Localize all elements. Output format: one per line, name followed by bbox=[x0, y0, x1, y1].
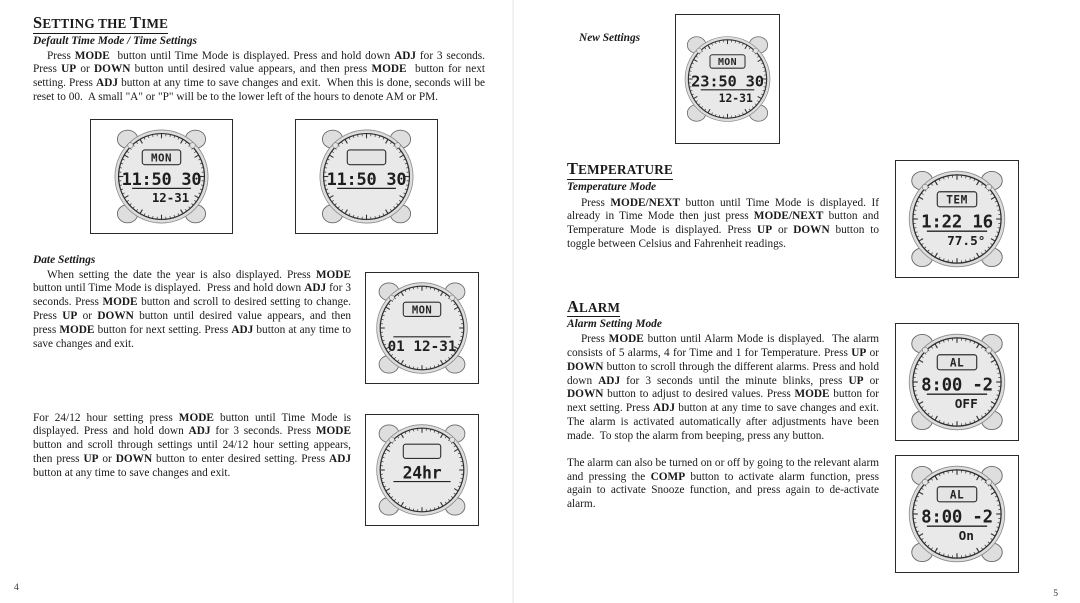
svg-text:OFF: OFF bbox=[955, 397, 978, 412]
heading-text-setting-the: ETTING THE bbox=[42, 16, 131, 31]
svg-text:1:22 16: 1:22 16 bbox=[921, 212, 993, 232]
paragraph-24-12-hour: For 24/12 hour setting press MODE button… bbox=[33, 411, 352, 479]
svg-text:24hr: 24hr bbox=[403, 463, 442, 482]
figure-watch-time-blank: 11:50 30 bbox=[295, 118, 438, 234]
watch-display-time-mode: MON 11:50 30 12-31 bbox=[91, 120, 232, 233]
label-new-settings: New Settings bbox=[579, 32, 641, 44]
figure-watch-alarm-off: AL 8:00 -2 OFF bbox=[895, 323, 1019, 442]
section-setting-the-time: SETTING THE TIME Default Time Mode / Tim… bbox=[33, 13, 486, 105]
watch-display-alarm-on: AL 8:00 -2 On bbox=[896, 456, 1018, 572]
paragraph-alarm-toggle: The alarm can also be turned on or off b… bbox=[567, 456, 879, 511]
svg-text:MON: MON bbox=[412, 304, 432, 316]
figure-row-time-mode: MON 11:50 30 12-31 11:50 30 bbox=[33, 118, 485, 234]
svg-text:01 12-31: 01 12-31 bbox=[388, 339, 457, 355]
svg-text:77.5°: 77.5° bbox=[947, 234, 985, 249]
paragraph-temperature-mode: Press MODE/NEXT button until Time Mode i… bbox=[567, 196, 880, 251]
section-date-settings: Date Settings When setting the date the … bbox=[33, 254, 485, 384]
heading-dropcap-t: T bbox=[130, 13, 142, 32]
section-new-settings: New Settings MON 23:50 30 12-31 bbox=[567, 14, 1050, 144]
figure-watch-date-mode: MON 01 12-31 bbox=[365, 271, 479, 384]
svg-text:AL: AL bbox=[950, 357, 964, 370]
page-number-right: 5 bbox=[1053, 589, 1058, 599]
section-alarm: ALARM Alarm Setting Mode Press MODE butt… bbox=[567, 296, 1050, 574]
page-left: SETTING THE TIME Default Time Mode / Tim… bbox=[0, 0, 513, 603]
section-24-12-hour: For 24/12 hour setting press MODE button… bbox=[33, 412, 485, 526]
svg-text:MON: MON bbox=[718, 57, 737, 68]
svg-text:AL: AL bbox=[950, 489, 964, 502]
heading-text-alarm: LARM bbox=[579, 299, 621, 315]
paragraph-date-settings: When setting the date the year is also d… bbox=[33, 268, 351, 350]
svg-text:23:50 30: 23:50 30 bbox=[691, 73, 764, 91]
heading-temperature: TEMPERATURE bbox=[567, 159, 673, 180]
svg-text:11:50 30: 11:50 30 bbox=[122, 169, 202, 189]
section-temperature: TEMPERATURE Temperature Mode Press MODE/… bbox=[567, 159, 1050, 278]
watch-display-24hr: 24hr bbox=[366, 415, 478, 525]
heading-dropcap-s: S bbox=[33, 13, 43, 32]
watch-display-alarm-off: AL 8:00 -2 OFF bbox=[896, 324, 1018, 440]
watch-display-time-blank: 11:50 30 bbox=[296, 120, 437, 233]
subheading-default-time-mode: Default Time Mode / Time Settings bbox=[33, 34, 197, 47]
svg-text:8:00 -2: 8:00 -2 bbox=[921, 508, 993, 528]
figure-watch-temperature: TEM 1:22 16 77.5° bbox=[895, 159, 1019, 278]
figure-watch-alarm-on: AL 8:00 -2 On bbox=[895, 455, 1019, 574]
svg-text:8:00 -2: 8:00 -2 bbox=[921, 376, 993, 396]
page-right: New Settings MON 23:50 30 12-31 TEMPERATU… bbox=[513, 0, 1080, 603]
svg-text:On: On bbox=[959, 529, 974, 544]
heading-alarm: ALARM bbox=[567, 296, 621, 318]
svg-text:MON: MON bbox=[151, 151, 172, 164]
figure-watch-24hr: 24hr bbox=[365, 413, 479, 526]
heading-dropcap-alarm: A bbox=[567, 296, 580, 316]
figure-watch-time-mode: MON 11:50 30 12-31 bbox=[90, 118, 233, 234]
subheading-date-settings: Date Settings bbox=[33, 253, 96, 266]
paragraph-alarm-setting: Press MODE button until Alarm Mode is di… bbox=[567, 333, 879, 442]
heading-text-temperature: EMPERATURE bbox=[578, 162, 673, 177]
svg-text:12-31: 12-31 bbox=[719, 91, 753, 105]
svg-text:12-31: 12-31 bbox=[152, 190, 189, 205]
manual-page-spread: SETTING THE TIME Default Time Mode / Tim… bbox=[0, 0, 1080, 603]
watch-display-temperature: TEM 1:22 16 77.5° bbox=[896, 161, 1018, 277]
svg-text:TEM: TEM bbox=[946, 193, 968, 206]
page-number-left: 4 bbox=[14, 583, 19, 593]
heading-dropcap-temperature: T bbox=[567, 159, 579, 178]
heading-text-ime: IME bbox=[141, 16, 169, 31]
paragraph-time-settings: Press MODE button until Time Mode is dis… bbox=[33, 49, 486, 104]
figure-watch-new-settings: MON 23:50 30 12-31 bbox=[675, 14, 780, 144]
svg-text:11:50 30: 11:50 30 bbox=[327, 169, 407, 189]
watch-display-new-settings: MON 23:50 30 12-31 bbox=[676, 15, 779, 143]
watch-display-date-mode: MON 01 12-31 bbox=[366, 273, 478, 383]
heading-setting-the-time: SETTING THE TIME bbox=[33, 13, 169, 34]
